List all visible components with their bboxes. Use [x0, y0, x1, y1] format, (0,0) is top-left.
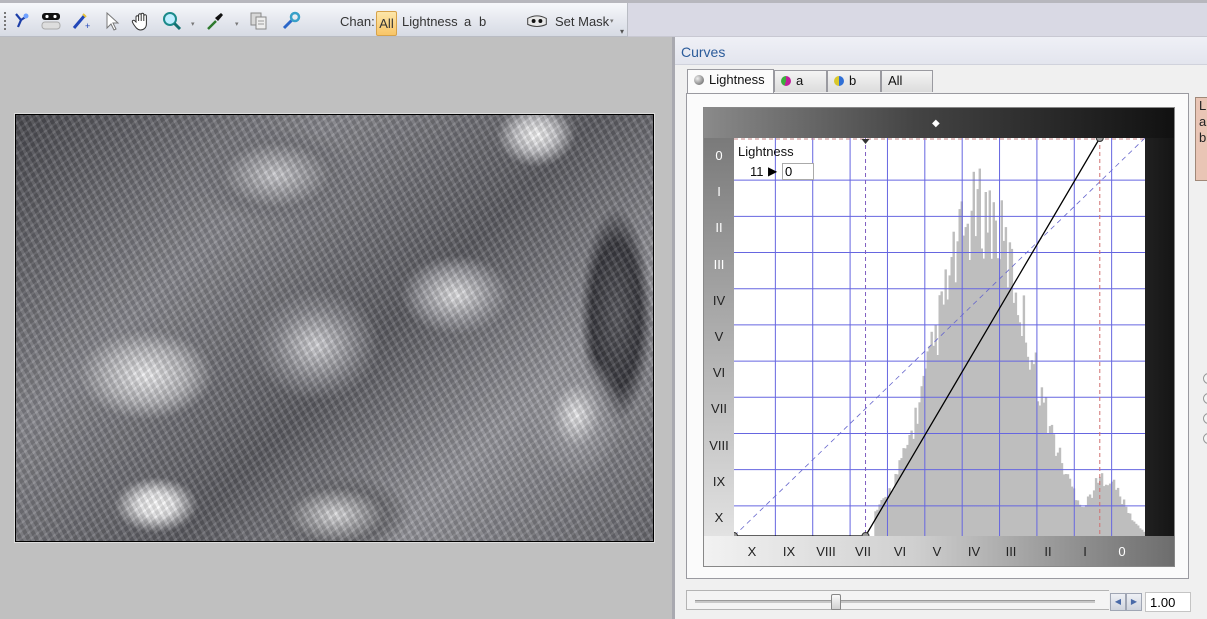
set-mask-dropdown-arrow[interactable]: ▾: [610, 17, 614, 25]
y-zone-label: VII: [711, 401, 727, 417]
tab-all-label: All: [888, 73, 903, 88]
copy-icon[interactable]: [248, 10, 270, 32]
channel-a-button[interactable]: a: [464, 14, 471, 29]
y-zone-label: II: [715, 220, 723, 236]
y-zone-label: I: [717, 184, 721, 200]
y-zone-label: 0: [715, 148, 723, 163]
x-zone-label: X: [747, 544, 757, 559]
x-zone-label: I: [1083, 544, 1087, 559]
top-range-handle[interactable]: ◆: [932, 118, 940, 129]
side-box-line-l: L: [1199, 98, 1207, 113]
gamma-decrease-button[interactable]: ◀: [1110, 593, 1126, 611]
y-zone-label: VIII: [709, 437, 729, 453]
x-zone-label: IX: [782, 544, 796, 559]
set-mask-button[interactable]: Set Mask: [555, 14, 609, 29]
side-box-line-b: b: [1199, 130, 1207, 145]
pointer-icon[interactable]: [101, 10, 123, 32]
curve-plot[interactable]: Lightness 11 ▶: [734, 138, 1145, 536]
adjust-tool-icon[interactable]: [11, 10, 33, 32]
x-zone-label: IV: [967, 544, 981, 559]
gamma-slider[interactable]: [686, 590, 1109, 610]
y-zone-label: IX: [712, 473, 726, 489]
gamma-value-input[interactable]: [1145, 592, 1191, 612]
channel-all-button[interactable]: All: [376, 11, 397, 36]
eyedropper-icon[interactable]: [204, 10, 226, 32]
tab-all[interactable]: All: [881, 70, 933, 92]
gamma-slider-track: [695, 600, 1095, 603]
curves-panel: Curves Lightness a b All ◆ 0 I II III IV V VI V…: [675, 37, 1207, 619]
y-zone-label: IV: [712, 292, 726, 308]
zoom-icon[interactable]: [161, 10, 183, 32]
x-zone-label: VII: [855, 544, 871, 559]
curve-svg[interactable]: [734, 138, 1145, 536]
x-zone-label: II: [1044, 544, 1052, 559]
b-channel-icon: [834, 76, 844, 86]
histogram-bar: [1082, 507, 1086, 536]
x-zone-label: VIII: [816, 544, 836, 559]
side-box-line-a: a: [1199, 114, 1207, 129]
y-zone-label: X: [714, 510, 724, 525]
main-toolbar: + ▾ ▾ Chan: All Lightness a b Set Mask ▾…: [0, 3, 628, 37]
curves-panel-header: Curves: [675, 37, 1207, 65]
x-zone-label: III: [1005, 544, 1017, 559]
option-radio-2[interactable]: [1203, 393, 1207, 404]
magic-brush-icon[interactable]: +: [71, 10, 93, 32]
zoom-dropdown-arrow[interactable]: ▾: [191, 20, 195, 28]
y-zone-label: III: [713, 256, 725, 272]
tab-b-label: b: [849, 73, 857, 88]
option-radio-3[interactable]: [1203, 413, 1207, 424]
output-value-input[interactable]: [782, 163, 814, 180]
gamma-slider-thumb[interactable]: [831, 594, 841, 610]
option-radio-1[interactable]: [1203, 373, 1207, 384]
tab-a[interactable]: a: [774, 70, 827, 92]
histogram-bar: [1143, 531, 1145, 536]
tab-lightness-label: Lightness: [709, 72, 765, 87]
lightness-ball-icon: [694, 75, 704, 85]
curve-channel-title: Lightness: [738, 144, 794, 159]
option-radio-4[interactable]: [1203, 433, 1207, 444]
curve-control-point[interactable]: [1095, 138, 1104, 142]
frosted-pine-photo[interactable]: [14, 113, 655, 543]
y-zone-label: V: [714, 329, 724, 344]
a-channel-icon: [781, 76, 791, 86]
curve-editor: ◆ 0 I II III IV V VI VII VIII IX X X IX VIII VII VI V IV…: [703, 107, 1175, 567]
wrench-icon[interactable]: [280, 10, 302, 32]
y-zone-label: VI: [712, 365, 726, 381]
toolbar-overflow-button[interactable]: ▾: [620, 27, 624, 36]
panel-title: Curves: [681, 44, 726, 60]
tab-lightness[interactable]: Lightness: [687, 69, 774, 93]
svg-text:+: +: [85, 21, 90, 31]
histogram-bar: [958, 209, 961, 536]
toolbar-grip[interactable]: [4, 12, 6, 32]
hand-icon[interactable]: [131, 10, 153, 32]
mask-tool-icon[interactable]: [40, 10, 62, 32]
set-mask-icon[interactable]: [524, 10, 550, 32]
lab-info-box: L a b: [1195, 97, 1207, 181]
histogram-bar: [1122, 499, 1126, 536]
x-zone-label: 0: [1118, 544, 1126, 559]
channel-lightness-button[interactable]: Lightness: [402, 14, 458, 29]
black-point-marker: [861, 139, 870, 144]
input-value: 11: [750, 164, 764, 179]
eyedropper-dropdown-arrow[interactable]: ▾: [235, 20, 239, 28]
channel-label: Chan:: [340, 14, 375, 29]
arrow-right-icon: ▶: [768, 164, 778, 178]
tab-b[interactable]: b: [827, 70, 881, 92]
toolbar-empty-area: [628, 3, 1207, 37]
tab-a-label: a: [796, 73, 804, 88]
x-zone-label: VI: [893, 544, 907, 559]
histogram-bar: [1040, 387, 1044, 536]
histogram-bar: [1000, 200, 1003, 536]
x-zone-label: V: [932, 544, 942, 559]
channel-b-button[interactable]: b: [479, 14, 486, 29]
gamma-increase-button[interactable]: ▶: [1126, 593, 1142, 611]
curve-control-point[interactable]: [861, 532, 870, 537]
